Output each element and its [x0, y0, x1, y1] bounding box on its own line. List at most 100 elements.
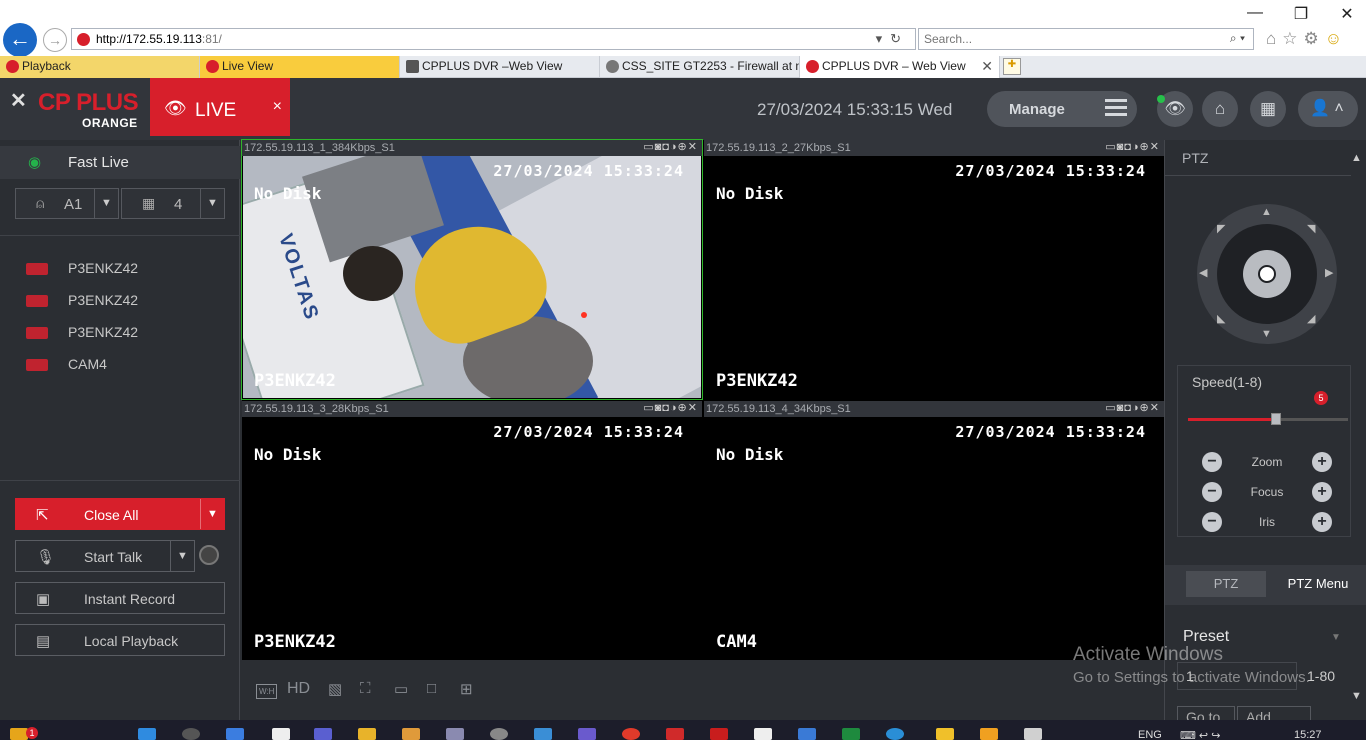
restore-icon[interactable]: ❐: [1292, 4, 1310, 24]
browser-search[interactable]: ⌕ ▾: [918, 28, 1254, 50]
start-talk-button[interactable]: 🎙 Start Talk ▼: [15, 540, 195, 572]
channel-item[interactable]: P3ENKZ42: [26, 290, 226, 310]
single-view-icon[interactable]: □: [427, 680, 436, 697]
video-pane-1[interactable]: 172.55.19.113_1_384Kbps_S1 ▭◙◘◑⊕✕ VOLTAS…: [241, 139, 703, 400]
taskbar-app-icon[interactable]: [710, 728, 728, 740]
pane-tools[interactable]: ▭◙◘◑⊕✕: [643, 401, 698, 414]
arrow-down-right-icon[interactable]: ◢: [1307, 312, 1315, 325]
chevron-down-icon[interactable]: ▼: [200, 189, 224, 218]
channel-item[interactable]: P3ENKZ42: [26, 322, 226, 342]
split-select[interactable]: ▦ 4 ▼: [121, 188, 225, 219]
user-menu-button[interactable]: 👤 ˄: [1298, 91, 1358, 127]
minimize-icon[interactable]: —: [1246, 4, 1264, 24]
dpad-center-button[interactable]: [1243, 250, 1291, 298]
taskbar-app-icon[interactable]: [534, 728, 552, 740]
home-button[interactable]: ⌂: [1202, 91, 1238, 127]
forward-button[interactable]: →: [43, 28, 67, 52]
instant-record-button[interactable]: ▣ Instant Record: [15, 582, 225, 614]
home-icon[interactable]: ⌂: [1266, 29, 1276, 49]
excel-icon[interactable]: [842, 728, 860, 740]
scroll-down-icon[interactable]: ▼: [1351, 690, 1362, 702]
scroll-up-icon[interactable]: ▲: [1351, 152, 1362, 164]
taskbar-app-icon[interactable]: [272, 728, 290, 740]
ie-browser-icon[interactable]: [886, 728, 904, 740]
start-icon[interactable]: [138, 728, 156, 740]
settings-gear-icon[interactable]: [490, 728, 508, 740]
manage-button[interactable]: Manage: [987, 91, 1137, 127]
fullscreen-icon[interactable]: ⛶: [360, 680, 371, 697]
taskbar-app-icon[interactable]: [754, 728, 772, 740]
clock[interactable]: 15:27: [1294, 729, 1322, 740]
iris-plus-button[interactable]: +: [1312, 512, 1332, 532]
video-pane-3[interactable]: 172.55.19.113_3_28Kbps_S1 ▭◙◘◑⊕✕ 27/03/2…: [242, 401, 702, 660]
close-all-button[interactable]: ⇱ Close All ▼: [15, 498, 225, 530]
arrow-up-icon[interactable]: ▲: [1261, 206, 1272, 218]
talk-status-indicator[interactable]: [199, 545, 219, 565]
arrow-down-left-icon[interactable]: ◣: [1217, 312, 1225, 325]
feedback-smiley-icon[interactable]: ☺: [1325, 29, 1342, 49]
browser-tab-cpplus-active[interactable]: CPPLUS DVR – Web View ✕: [800, 56, 1000, 78]
iris-minus-button[interactable]: −: [1202, 512, 1222, 532]
chevron-down-icon[interactable]: ▼: [200, 499, 224, 529]
taskbar-app-icon[interactable]: [980, 728, 998, 740]
taskbar-app-icon[interactable]: [446, 728, 464, 740]
tab-ptz[interactable]: PTZ: [1186, 571, 1266, 597]
focus-plus-button[interactable]: +: [1312, 482, 1332, 502]
arrow-left-icon[interactable]: ◀: [1199, 266, 1207, 279]
taskbar-app-icon[interactable]: [578, 728, 596, 740]
speed-slider-thumb[interactable]: [1271, 413, 1281, 425]
arrow-right-icon[interactable]: ▶: [1325, 266, 1333, 279]
search-icon[interactable]: ⌕ ▾: [1230, 31, 1245, 46]
close-live-tab-icon[interactable]: ×: [273, 98, 282, 116]
zoom-out-button[interactable]: −: [1202, 452, 1222, 472]
taskbar-app-icon[interactable]: [314, 728, 332, 740]
area-select[interactable]: ⍝ A1 ▼: [15, 188, 119, 219]
quad-view-icon[interactable]: ⊞: [460, 680, 473, 698]
qr-code-button[interactable]: ▦: [1250, 91, 1286, 127]
search-icon[interactable]: [182, 728, 200, 740]
back-button[interactable]: ←: [3, 23, 37, 57]
browser-tab-live-view[interactable]: Live View: [200, 56, 400, 78]
focus-minus-button[interactable]: −: [1202, 482, 1222, 502]
chevron-down-icon[interactable]: ▼: [1331, 632, 1341, 643]
tab-ptz-menu[interactable]: PTZ Menu: [1283, 571, 1353, 597]
favorites-star-icon[interactable]: ☆: [1282, 29, 1297, 49]
close-tab-icon[interactable]: ✕: [981, 56, 993, 77]
fast-live-header[interactable]: ◉ Fast Live: [0, 146, 240, 179]
chrome-icon[interactable]: [622, 728, 640, 740]
stream-switch-icon[interactable]: ▧: [328, 680, 342, 698]
browser-tab-playback[interactable]: Playback: [0, 56, 200, 78]
pane-tools[interactable]: ▭◙◘◑⊕✕: [1105, 401, 1160, 414]
language-indicator[interactable]: ENG: [1138, 729, 1162, 740]
local-playback-button[interactable]: ▤ Local Playback: [15, 624, 225, 656]
address-bar[interactable]: http://172.55.19.113:81/ ▾↻: [71, 28, 916, 50]
arrow-up-right-icon[interactable]: ◥: [1307, 222, 1315, 235]
browser-tab-cpplus[interactable]: CPPLUS DVR –Web View: [400, 56, 600, 78]
channel-item[interactable]: P3ENKZ42: [26, 258, 226, 278]
split-1-icon[interactable]: ▭: [394, 680, 408, 698]
settings-gear-icon[interactable]: ⚙: [1304, 29, 1319, 49]
zoom-in-button[interactable]: +: [1312, 452, 1332, 472]
close-window-icon[interactable]: ✕: [1338, 4, 1356, 24]
taskbar-app-icon[interactable]: [666, 728, 684, 740]
taskbar-app-icon[interactable]: [402, 728, 420, 740]
hd-quality-button[interactable]: HD: [287, 680, 310, 698]
pane-tools[interactable]: ▭◙◘◑⊕✕: [643, 140, 698, 153]
channel-item[interactable]: CAM4: [26, 354, 226, 374]
taskbar-app-icon[interactable]: [226, 728, 244, 740]
video-pane-4[interactable]: 172.55.19.113_4_34Kbps_S1 ▭◙◘◑⊕✕ 27/03/2…: [704, 401, 1164, 660]
chevron-down-icon[interactable]: ▼: [170, 541, 194, 571]
new-tab-button[interactable]: ✚: [1003, 58, 1021, 75]
taskbar-app-icon[interactable]: [936, 728, 954, 740]
browser-search-input[interactable]: [919, 29, 1199, 49]
tray-icons[interactable]: ⌨ ↩ ↪: [1180, 729, 1220, 740]
taskbar-app-icon[interactable]: [1024, 728, 1042, 740]
browser-tab-firewall[interactable]: CSS_SITE GT2253 - Firewall at n...: [600, 56, 800, 78]
pane-tools[interactable]: ▭◙◘◑⊕✕: [1105, 140, 1160, 153]
aspect-ratio-button[interactable]: W:H: [256, 684, 278, 699]
arrow-down-icon[interactable]: ▼: [1261, 328, 1272, 340]
chevron-down-icon[interactable]: ▼: [94, 189, 118, 218]
ptz-direction-pad[interactable]: ▲ ▼ ◀ ▶ ◤ ◥ ◣ ◢: [1197, 204, 1337, 344]
address-controls[interactable]: ▾↻: [876, 31, 909, 47]
live-tab[interactable]: 👁 LIVE ×: [150, 78, 290, 136]
